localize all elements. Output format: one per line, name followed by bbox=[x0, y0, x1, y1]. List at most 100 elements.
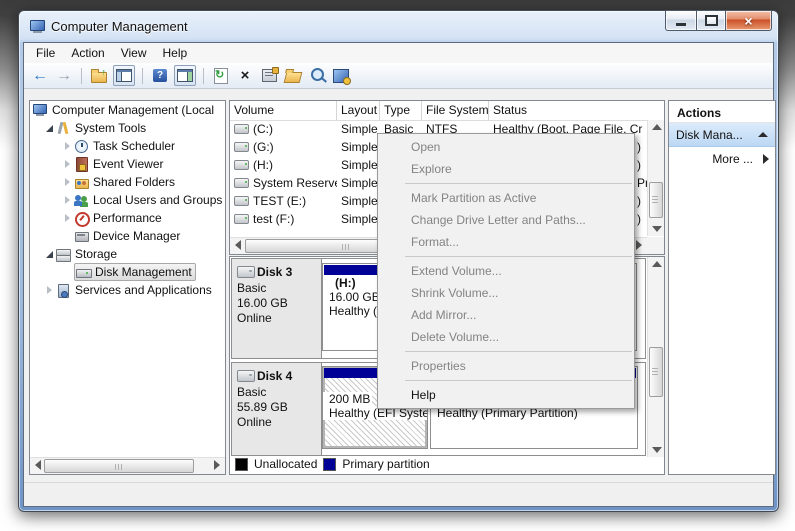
menu-item-add-mirror[interactable]: Add Mirror... bbox=[378, 304, 634, 326]
volume-name: (G:) bbox=[253, 140, 274, 154]
scroll-down-arrow-icon[interactable] bbox=[652, 447, 662, 453]
volume-list-header: Volume Layout Type File System Status bbox=[230, 101, 664, 121]
scrollbar-thumb[interactable] bbox=[44, 459, 194, 473]
find-button[interactable] bbox=[307, 66, 327, 85]
tree-item-event-viewer[interactable]: Event Viewer bbox=[30, 155, 225, 173]
submenu-arrow-icon bbox=[763, 154, 769, 164]
close-icon: × bbox=[744, 14, 752, 28]
column-header-file-system[interactable]: File System bbox=[422, 101, 489, 120]
scroll-down-arrow-icon[interactable] bbox=[652, 226, 662, 232]
disk3-label[interactable]: Disk 3 Basic 16.00 GB Online bbox=[232, 259, 322, 358]
scroll-right-arrow-icon[interactable] bbox=[214, 460, 220, 470]
menu-item-extend-volume[interactable]: Extend Volume... bbox=[378, 260, 634, 282]
menu-item-explore[interactable]: Explore bbox=[378, 158, 634, 180]
tree-item-services-applications[interactable]: Services and Applications bbox=[30, 281, 225, 299]
disk-graph-vertical-scrollbar[interactable] bbox=[647, 257, 664, 457]
disk-icon bbox=[237, 266, 255, 278]
menu-item-delete-volume[interactable]: Delete Volume... bbox=[378, 326, 634, 348]
scroll-right-arrow-icon[interactable] bbox=[636, 240, 642, 250]
disk-size: 16.00 GB bbox=[237, 296, 321, 311]
disk-name: Disk 3 bbox=[257, 265, 292, 279]
disk-icon bbox=[237, 370, 255, 382]
volume-status-fragment: Pri bbox=[637, 176, 647, 190]
collapse-expander-icon[interactable] bbox=[44, 122, 56, 134]
window-icon bbox=[30, 20, 45, 33]
tree-item-computer-management[interactable]: Computer Management (Local bbox=[30, 101, 225, 119]
tree-item-disk-management[interactable]: Disk Management bbox=[30, 263, 225, 281]
help-button[interactable]: ? bbox=[150, 66, 170, 85]
properties-button[interactable] bbox=[259, 66, 279, 85]
show-console-tree-button[interactable] bbox=[113, 65, 135, 86]
tree-label: Task Scheduler bbox=[93, 139, 175, 153]
expand-expander-icon[interactable] bbox=[62, 176, 74, 188]
collapse-expander-icon[interactable] bbox=[44, 248, 56, 260]
delete-icon: × bbox=[241, 68, 250, 83]
menu-separator bbox=[405, 256, 632, 257]
expand-expander-icon[interactable] bbox=[62, 158, 74, 170]
maximize-icon bbox=[705, 15, 718, 26]
folder-up-button[interactable]: ↑ bbox=[89, 66, 109, 85]
tools-icon bbox=[56, 121, 71, 135]
minimize-button[interactable] bbox=[665, 10, 696, 31]
volume-icon bbox=[234, 196, 249, 206]
storage-icon bbox=[56, 247, 71, 261]
expand-expander-icon[interactable] bbox=[62, 194, 74, 206]
tree-item-task-scheduler[interactable]: Task Scheduler bbox=[30, 137, 225, 155]
back-button[interactable]: ← bbox=[30, 66, 50, 85]
more-actions-item[interactable]: More ... bbox=[669, 147, 775, 171]
tree-item-local-users-groups[interactable]: Local Users and Groups bbox=[30, 191, 225, 209]
scroll-up-arrow-icon[interactable] bbox=[652, 124, 662, 130]
collapse-arrow-icon[interactable] bbox=[758, 132, 768, 137]
disk4-label[interactable]: Disk 4 Basic 55.89 GB Online bbox=[232, 363, 322, 455]
expand-expander-icon[interactable] bbox=[44, 284, 56, 296]
menu-help[interactable]: Help bbox=[155, 44, 196, 62]
scroll-up-arrow-icon[interactable] bbox=[652, 261, 662, 267]
show-action-pane-button[interactable] bbox=[174, 65, 196, 86]
column-header-volume[interactable]: Volume bbox=[230, 101, 337, 120]
actions-group-disk-management[interactable]: Disk Mana... bbox=[669, 123, 775, 147]
tree-label: Performance bbox=[93, 211, 162, 225]
scrollbar-thumb[interactable] bbox=[649, 347, 663, 397]
forward-button[interactable]: → bbox=[54, 66, 74, 85]
legend-primary-partition: Primary partition bbox=[342, 457, 429, 471]
menu-view[interactable]: View bbox=[113, 44, 155, 62]
volume-name: System Reserved bbox=[253, 176, 337, 190]
tree-item-performance[interactable]: Performance bbox=[30, 209, 225, 227]
expander-spacer bbox=[62, 266, 74, 278]
refresh-button[interactable] bbox=[211, 66, 231, 85]
column-header-layout[interactable]: Layout bbox=[337, 101, 380, 120]
tree-label: Shared Folders bbox=[93, 175, 175, 189]
menu-item-mark-partition-active[interactable]: Mark Partition as Active bbox=[378, 187, 634, 209]
delete-button[interactable]: × bbox=[235, 66, 255, 85]
menu-file[interactable]: File bbox=[28, 44, 63, 62]
maximize-button[interactable] bbox=[696, 10, 726, 31]
menu-item-help[interactable]: Help bbox=[378, 384, 634, 406]
menu-action[interactable]: Action bbox=[63, 44, 112, 62]
tree-horizontal-scrollbar[interactable] bbox=[30, 457, 225, 474]
column-header-status[interactable]: Status bbox=[489, 101, 664, 120]
expand-expander-icon[interactable] bbox=[62, 140, 74, 152]
tree-item-device-manager[interactable]: Device Manager bbox=[30, 227, 225, 245]
disk-status: Online bbox=[237, 415, 321, 430]
expand-expander-icon[interactable] bbox=[62, 212, 74, 224]
tree-item-storage[interactable]: Storage bbox=[30, 245, 225, 263]
column-header-type[interactable]: Type bbox=[380, 101, 422, 120]
scroll-left-arrow-icon[interactable] bbox=[235, 240, 241, 250]
partition-context-menu: Open Explore Mark Partition as Active Ch… bbox=[377, 133, 635, 409]
disk-size: 55.89 GB bbox=[237, 400, 321, 415]
tree-item-shared-folders[interactable]: Shared Folders bbox=[30, 173, 225, 191]
tree-item-system-tools[interactable]: System Tools bbox=[30, 119, 225, 137]
scroll-left-arrow-icon[interactable] bbox=[35, 460, 41, 470]
menu-item-change-drive-letter[interactable]: Change Drive Letter and Paths... bbox=[378, 209, 634, 231]
actions-pane-title: Actions bbox=[669, 101, 775, 123]
close-button[interactable]: × bbox=[726, 10, 772, 31]
volume-list-vertical-scrollbar[interactable] bbox=[647, 120, 664, 236]
menu-item-properties[interactable]: Properties bbox=[378, 355, 634, 377]
scrollbar-thumb[interactable] bbox=[649, 182, 663, 218]
desktop-background: Computer Management × File Action View H… bbox=[0, 0, 795, 531]
manage-button[interactable] bbox=[331, 66, 351, 85]
menu-item-shrink-volume[interactable]: Shrink Volume... bbox=[378, 282, 634, 304]
open-button[interactable] bbox=[283, 66, 303, 85]
menu-item-format[interactable]: Format... bbox=[378, 231, 634, 253]
menu-item-open[interactable]: Open bbox=[378, 136, 634, 158]
